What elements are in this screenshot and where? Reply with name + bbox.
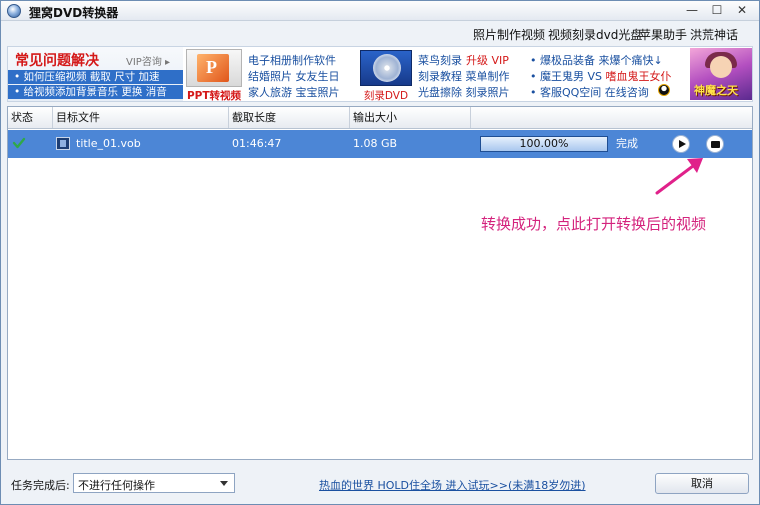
select-value: 不进行任何操作	[78, 479, 155, 492]
qq-penguin-icon[interactable]	[658, 84, 670, 96]
ppt-image[interactable]	[186, 49, 242, 87]
after-task-label: 任务完成后:	[11, 479, 70, 492]
check-icon	[12, 137, 26, 149]
row-size: 1.08 GB	[353, 137, 398, 150]
dvd-image[interactable]	[360, 50, 412, 86]
dvd-converter-window: 狸窝DVD转换器 — ☐ ✕ 照片制作视频 视频刻录dvd光盘 苹果助手 洪荒神…	[0, 0, 760, 505]
family-photo-link[interactable]: 家人旅游 宝宝照片	[248, 84, 340, 100]
app-logo-icon	[7, 4, 21, 18]
newbie-burn-link[interactable]: 菜鸟刻录	[418, 52, 462, 68]
col-length[interactable]: 截取长度	[229, 107, 350, 128]
wedding-photo-link[interactable]: 结婚照片 女友生日	[248, 68, 340, 84]
nav-photo-video[interactable]: 照片制作视频	[473, 26, 545, 43]
burn-tutorial-link[interactable]: 刻录教程 菜单制作	[418, 68, 510, 84]
open-folder-icon[interactable]	[706, 135, 724, 153]
faq-panel: 常见问题解决 VIP咨询 ▸ • 如何压缩视频 截取 尺寸 加速 • 给视频添加…	[8, 47, 183, 101]
game-versus-b: 嗜血鬼王女仆	[605, 70, 672, 83]
character-face	[710, 56, 732, 78]
cancel-button[interactable]: 取消	[655, 473, 749, 494]
grid-header: 状态 目标文件 截取长度 输出大小	[8, 107, 752, 129]
dvd-caption[interactable]: 刻录DVD	[354, 88, 418, 103]
row-length: 01:46:47	[232, 137, 282, 150]
col-target-file[interactable]: 目标文件	[53, 107, 229, 128]
col-output-size[interactable]: 输出大小	[350, 107, 471, 128]
faq-link-compress[interactable]: • 如何压缩视频 截取 尺寸 加速	[8, 70, 183, 84]
disc-icon	[373, 54, 401, 82]
task-grid: 状态 目标文件 截取长度 输出大小 title_01.vob 01:46:47 …	[7, 106, 753, 460]
album-software-link[interactable]: 电子相册制作软件	[248, 52, 336, 68]
game-ad-link[interactable]: 热血的世界 HOLD住全场 进入试玩>>(未满18岁勿进)	[319, 477, 586, 493]
ppt-caption[interactable]: PPT转视频	[184, 88, 244, 103]
vip-consult-link[interactable]: VIP咨询 ▸	[126, 53, 170, 68]
row-status: 完成	[616, 137, 638, 150]
close-button[interactable]: ✕	[731, 3, 753, 19]
game-ad-image[interactable]: 神魔之天	[690, 48, 752, 100]
upgrade-vip-link[interactable]: 升级 VIP	[466, 52, 509, 68]
nav-game[interactable]: 洪荒神话	[690, 26, 738, 43]
chevron-down-icon[interactable]	[216, 476, 232, 490]
top-nav: 照片制作视频 视频刻录dvd光盘 苹果助手 洪荒神话	[1, 21, 759, 45]
after-task-select[interactable]: 不进行任何操作	[73, 473, 235, 493]
game-versus-link[interactable]: • 魔王鬼男 VS 嗜血鬼王女仆	[530, 68, 672, 84]
maximize-button[interactable]: ☐	[706, 3, 728, 19]
progress-text: 100.00%	[519, 137, 569, 150]
disc-erase-link[interactable]: 光盘擦除 刻录照片	[418, 84, 510, 100]
ad-banner: 常见问题解决 VIP咨询 ▸ • 如何压缩视频 截取 尺寸 加速 • 给视频添加…	[7, 46, 753, 102]
nav-burn-dvd[interactable]: 视频刻录dvd光盘	[548, 26, 642, 43]
pointer-arrow	[655, 158, 703, 195]
task-row[interactable]: title_01.vob 01:46:47 1.08 GB 100.00% 完成	[8, 130, 752, 158]
game-logo: 神魔之天	[694, 84, 738, 97]
faq-link-music[interactable]: • 给视频添加背景音乐 更换 消音	[8, 85, 183, 99]
col-status[interactable]: 状态	[8, 107, 53, 128]
row-filename: title_01.vob	[76, 137, 141, 150]
progress-bar: 100.00%	[480, 136, 608, 152]
powerpoint-icon	[197, 54, 229, 82]
faq-title[interactable]: 常见问题解决	[15, 50, 99, 70]
play-icon[interactable]	[672, 135, 690, 153]
game-versus-a: • 魔王鬼男	[530, 70, 584, 83]
hint-text: 转换成功，点此打开转换后的视频	[481, 215, 707, 233]
game-versus-vs: VS	[584, 70, 606, 83]
window-title: 狸窝DVD转换器	[29, 6, 119, 20]
qq-service-link[interactable]: • 客服QQ空间 在线咨询	[530, 84, 649, 100]
game-equip-link[interactable]: • 爆极品装备 来爆个痛快↓	[530, 52, 663, 68]
title-bar: 狸窝DVD转换器 — ☐ ✕	[1, 1, 759, 21]
nav-apple-helper[interactable]: 苹果助手	[639, 26, 687, 43]
video-file-icon	[56, 137, 70, 150]
minimize-button[interactable]: —	[681, 3, 703, 19]
